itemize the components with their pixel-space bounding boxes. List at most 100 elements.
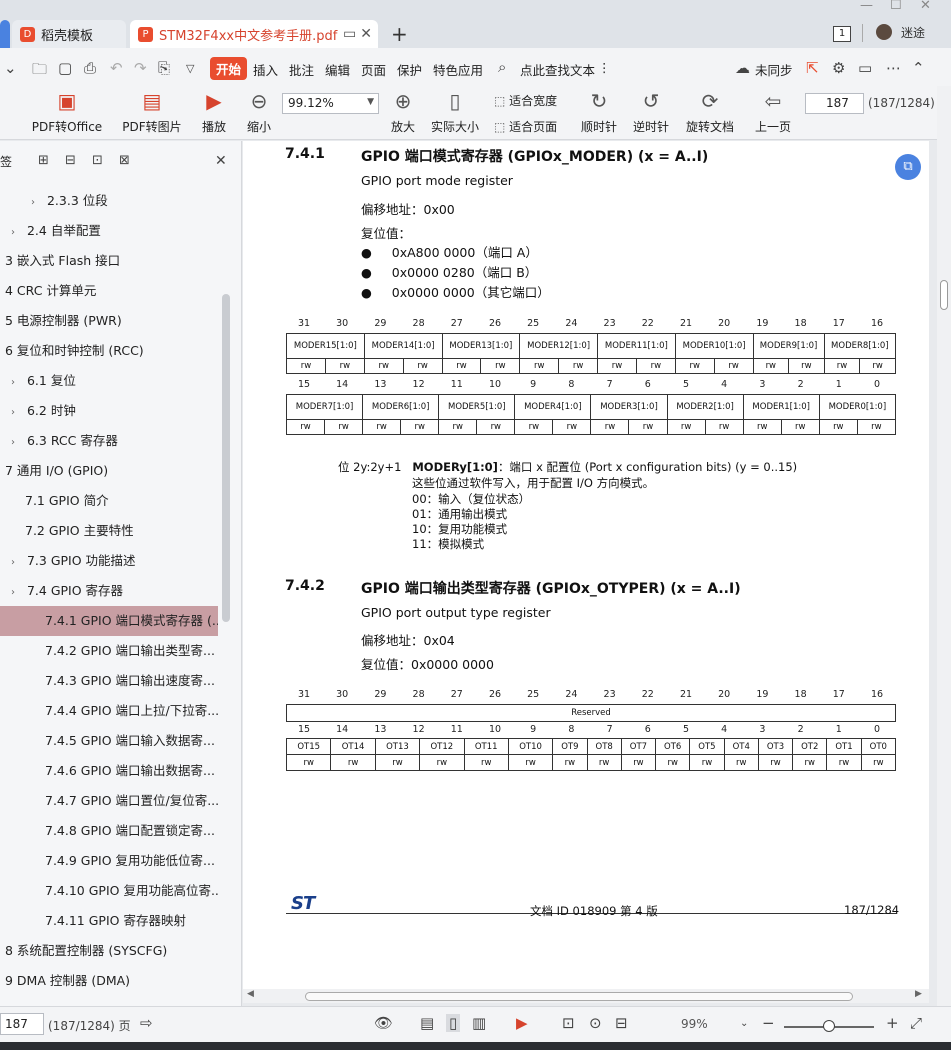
toc-item[interactable]: 7.1 GPIO 简介	[0, 486, 218, 516]
horizontal-scroll-thumb[interactable]	[305, 992, 853, 1001]
print-icon[interactable]: ⎙	[84, 59, 96, 77]
rotate-doc-button[interactable]: ⟳ 旋转文档	[684, 90, 736, 135]
username[interactable]: 迷途	[901, 24, 925, 41]
toc-item[interactable]: 7.4.11 GPIO 寄存器映射	[0, 906, 218, 936]
maximize-icon[interactable]: ☐	[890, 0, 902, 13]
toc-item[interactable]: › 7.4 GPIO 寄存器	[0, 576, 218, 606]
toc-item[interactable]: 7.4.6 GPIO 端口输出数据寄...	[0, 756, 218, 786]
menu-annotate[interactable]: 批注	[289, 60, 314, 79]
toc-item[interactable]: 7.4.10 GPIO 复用功能高位寄...	[0, 876, 218, 906]
menu-page[interactable]: 页面	[361, 60, 386, 79]
toc-item[interactable]: 9 DMA 控制器 (DMA)	[0, 966, 218, 996]
prev-page-button[interactable]: ⇦ 上一页	[752, 90, 794, 135]
menu-start[interactable]: 开始	[210, 57, 248, 80]
zoom-out-button[interactable]: ⊖ 缩小	[244, 90, 274, 135]
toc-item[interactable]: 7.4.8 GPIO 端口配置锁定寄...	[0, 816, 218, 846]
toc-item[interactable]: 7.4.5 GPIO 端口输入数据寄...	[0, 726, 218, 756]
save-icon[interactable]: ▢	[58, 59, 72, 77]
share-icon[interactable]: ⇱	[806, 59, 819, 77]
more-dots-icon[interactable]: ⋮	[598, 60, 611, 75]
sidebar-scrollbar[interactable]	[222, 294, 230, 622]
horizontal-scrollbar[interactable]: ◀ ▶	[243, 989, 929, 1003]
toc-item[interactable]: 7.4.9 GPIO 复用功能低位寄...	[0, 846, 218, 876]
play-icon[interactable]: ▶	[516, 1014, 528, 1032]
floating-tool-button[interactable]: ⧉	[895, 154, 921, 180]
status-page-input[interactable]: 187	[0, 1013, 44, 1035]
toc-item[interactable]: 7.2 GPIO 主要特性	[0, 516, 218, 546]
avatar[interactable]	[876, 24, 892, 40]
toc-item[interactable]: 4 CRC 计算单元	[0, 276, 218, 306]
scroll-left-icon[interactable]: ◀	[247, 989, 254, 999]
continuous-view-icon[interactable]: ▯	[446, 1014, 461, 1032]
menu-protect[interactable]: 保护	[397, 60, 422, 79]
toc-item[interactable]: 7 通用 I/O (GPIO)	[0, 456, 218, 486]
expand-all-icon[interactable]: ⊞	[38, 153, 49, 168]
search-text-link[interactable]: 点此查找文本	[520, 60, 595, 79]
rotate-cw-button[interactable]: ↻ 顺时针	[578, 90, 620, 135]
toc-item[interactable]: › 6.2 时钟	[0, 396, 218, 426]
sidebar-tab-label[interactable]: 签	[0, 153, 12, 170]
toc-item[interactable]: › 6.1 复位	[0, 366, 218, 396]
toc-expand-icon[interactable]: ›	[11, 218, 23, 246]
tab-preview-icon[interactable]: ▭	[343, 26, 356, 42]
fullscreen-icon[interactable]: ⤢	[910, 1014, 922, 1032]
window-close-icon[interactable]: ✕	[920, 0, 931, 13]
window-count-badge[interactable]: 1	[833, 26, 851, 42]
toc-item[interactable]: 5 电源控制器 (PWR)	[0, 306, 218, 336]
home-tab[interactable]	[0, 20, 10, 48]
undo-icon[interactable]: ↶	[110, 59, 123, 77]
search-icon[interactable]: ⌕	[498, 58, 506, 76]
cloud-sync-icon[interactable]: ☁	[735, 59, 750, 77]
page-number-input[interactable]: 187	[805, 93, 864, 114]
actual-size-icon[interactable]: ⊡	[562, 1014, 575, 1032]
toc-item[interactable]: 3 嵌入式 Flash 接口	[0, 246, 218, 276]
scroll-right-icon[interactable]: ▶	[915, 989, 922, 999]
tab-document[interactable]: P STM32F4xx中文参考手册.pdf ▭ ✕	[130, 20, 378, 48]
fit-width-icon[interactable]: ⊟	[615, 1014, 628, 1032]
play-button[interactable]: ▶ 播放	[198, 90, 230, 135]
toc-expand-icon[interactable]: ›	[11, 398, 23, 426]
toc-expand-icon[interactable]: ›	[11, 548, 23, 576]
zoom-in-button[interactable]: ⊕ 放大	[388, 90, 418, 135]
toc-expand-icon[interactable]: ›	[11, 428, 23, 456]
menu-features[interactable]: 特色应用	[433, 60, 483, 79]
status-zoom-value[interactable]: 99%	[681, 1017, 708, 1031]
toc-item[interactable]: 7.4.2 GPIO 端口输出类型寄...	[0, 636, 218, 666]
rotate-ccw-button[interactable]: ↺ 逆时针	[630, 90, 672, 135]
fit-page-icon[interactable]: ⊙	[589, 1014, 602, 1032]
fit-page-button[interactable]: ⬚ 适合页面	[494, 118, 557, 135]
two-page-view-icon[interactable]: ▥	[472, 1014, 486, 1032]
single-page-view-icon[interactable]: ▤	[420, 1014, 434, 1032]
actual-size-button[interactable]: ▯ 实际大小	[428, 90, 482, 135]
minimize-icon[interactable]: —	[860, 0, 873, 13]
zoom-select[interactable]: 99.12% ▼	[282, 93, 379, 114]
open-folder-icon[interactable]: 🗀	[32, 59, 47, 84]
toc-item[interactable]: 6 复位和时钟控制 (RCC)	[0, 336, 218, 366]
eye-protect-icon[interactable]: 👁	[374, 1014, 393, 1032]
toc-expand-icon[interactable]: ›	[11, 368, 23, 396]
chevron-down-icon[interactable]: ⌄	[4, 59, 17, 77]
toc-item[interactable]: 7.4.1 GPIO 端口模式寄存器 (...	[0, 606, 218, 636]
zoom-slider-knob[interactable]	[823, 1020, 835, 1032]
bookmark-icon[interactable]: ⊠	[119, 153, 130, 168]
pdf-to-office-button[interactable]: ▣ PDF转Office	[28, 90, 106, 135]
format-icon[interactable]: ⎘	[158, 59, 170, 77]
pdf-to-image-button[interactable]: ▤ PDF转图片	[120, 90, 184, 135]
close-icon[interactable]: ✕	[215, 153, 227, 169]
toc-item[interactable]: 7.4.7 GPIO 端口置位/复位寄...	[0, 786, 218, 816]
collapse-ribbon-icon[interactable]: ⌃	[912, 59, 925, 77]
comment-icon[interactable]: ▭	[858, 59, 872, 77]
more-dots-h-icon[interactable]: ⋯	[886, 59, 901, 77]
toc-expand-icon[interactable]: ›	[11, 578, 23, 606]
fit-width-button[interactable]: ⬚ 适合宽度	[494, 92, 557, 109]
vertical-scroll-thumb[interactable]	[940, 280, 948, 310]
tab-close-icon[interactable]: ✕	[360, 26, 372, 42]
gear-icon[interactable]: ⚙	[832, 59, 845, 77]
collapse-all-icon[interactable]: ⊟	[65, 153, 76, 168]
toc-item[interactable]: › 7.3 GPIO 功能描述	[0, 546, 218, 576]
sync-status[interactable]: 未同步	[755, 60, 793, 79]
zoom-out-icon[interactable]: −	[762, 1014, 775, 1032]
redo-icon[interactable]: ↷	[134, 59, 147, 77]
chevron-down-icon[interactable]: ⌄	[740, 1018, 748, 1029]
menu-edit[interactable]: 编辑	[325, 60, 350, 79]
